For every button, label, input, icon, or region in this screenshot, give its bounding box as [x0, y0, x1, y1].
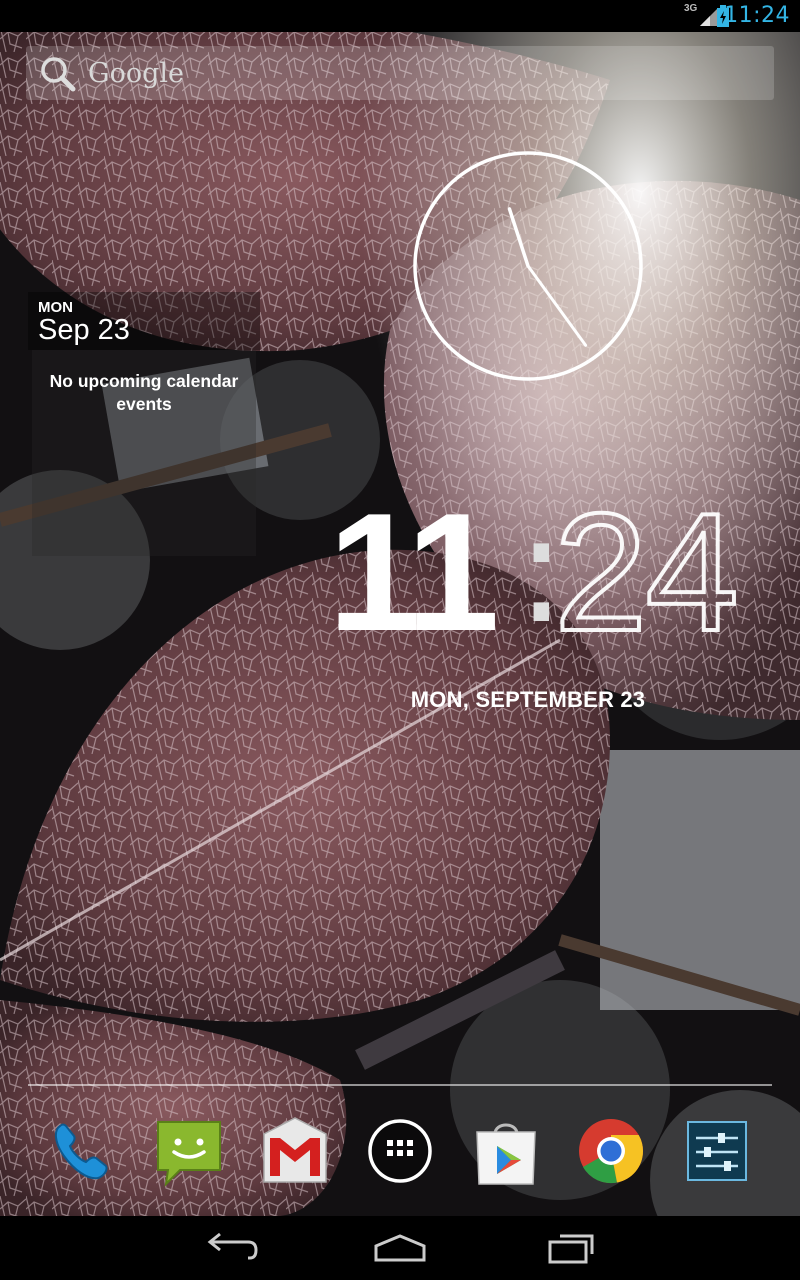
calendar-widget[interactable]: MON Sep 23 No upcoming calendar events — [28, 292, 260, 556]
digital-clock[interactable]: 11 : 24 — [318, 478, 788, 678]
clock-hours: 11 — [328, 478, 500, 666]
status-time: 11:24 — [724, 3, 790, 28]
calendar-date: Sep 23 — [38, 314, 130, 346]
home-icon[interactable] — [360, 1228, 440, 1268]
calendar-header: MON Sep 23 — [28, 292, 260, 350]
gmail-icon[interactable] — [256, 1112, 334, 1190]
navigation-bar — [0, 1216, 800, 1280]
settings-icon[interactable] — [678, 1112, 756, 1190]
back-icon[interactable] — [190, 1228, 270, 1268]
search-label: Google — [88, 58, 184, 89]
play-store-icon[interactable] — [467, 1112, 545, 1190]
calendar-empty-message: No upcoming calendar events — [49, 371, 239, 414]
phone-icon[interactable] — [42, 1112, 120, 1190]
clock-date: MON, SEPTEMBER 23 — [410, 687, 646, 712]
dock — [0, 1112, 800, 1192]
hour-hand — [507, 207, 530, 268]
status-bar: 3G 11:24 — [0, 0, 800, 32]
clock-minutes: 24 — [552, 478, 741, 666]
google-search-bar[interactable]: Google — [26, 46, 774, 100]
network-type: 3G — [684, 3, 698, 14]
signal-icon — [700, 8, 718, 26]
chrome-icon[interactable] — [572, 1112, 650, 1190]
minute-hand — [526, 264, 588, 347]
analog-clock[interactable] — [410, 148, 646, 384]
apps-grid-icon[interactable] — [361, 1112, 439, 1190]
calendar-body: No upcoming calendar events — [32, 350, 256, 556]
messaging-icon[interactable] — [150, 1112, 228, 1190]
recents-icon[interactable] — [530, 1228, 610, 1268]
search-icon — [41, 57, 76, 92]
dock-divider — [28, 1084, 772, 1086]
